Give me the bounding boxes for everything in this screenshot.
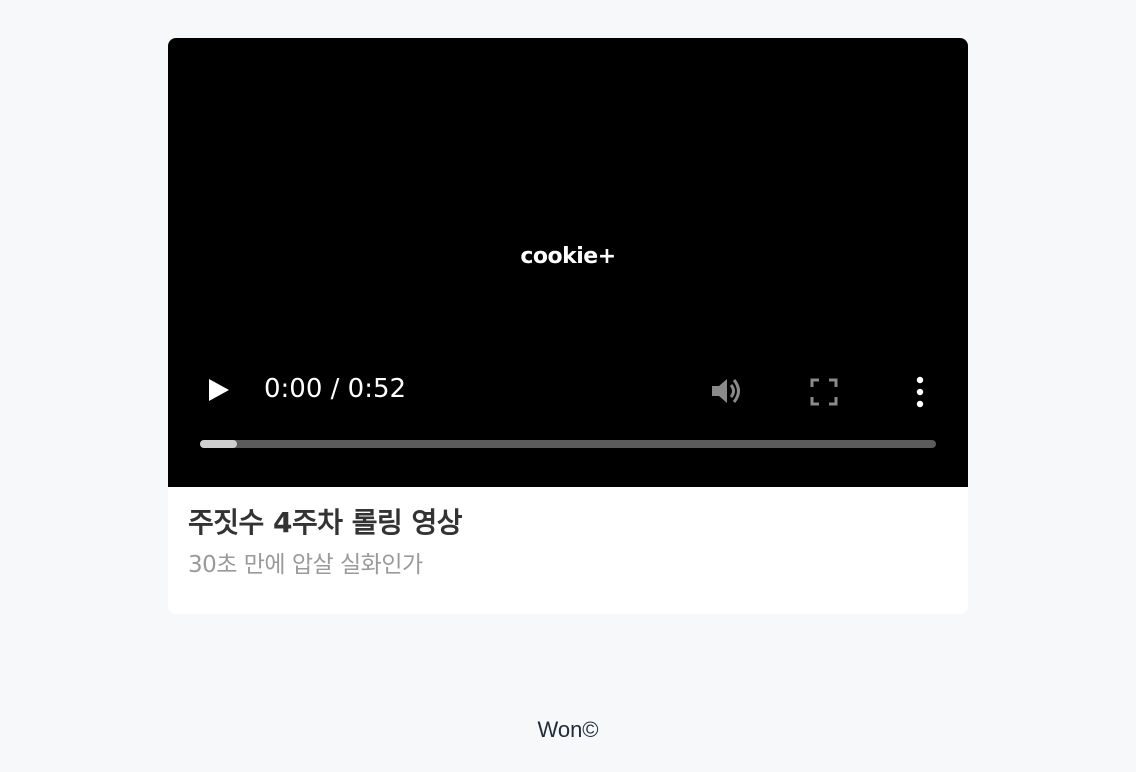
fullscreen-icon: [810, 378, 838, 406]
video-card: cookie+ 0:00 / 0:52 주짓수 4주차 롤링 영상 30초 만에…: [168, 38, 968, 614]
video-title: 주짓수 4주차 롤링 영상: [188, 506, 463, 539]
more-options-button[interactable]: [908, 375, 932, 409]
play-icon: [209, 379, 229, 401]
progress-fill: [200, 440, 237, 448]
progress-bar[interactable]: [200, 440, 936, 448]
volume-button[interactable]: [710, 376, 744, 406]
more-vertical-icon: [916, 376, 924, 408]
video-subtitle: 30초 만에 압살 실화인가: [188, 552, 423, 578]
video-player[interactable]: cookie+ 0:00 / 0:52: [168, 38, 968, 487]
volume-icon: [712, 379, 740, 403]
cookie-plus-logo: cookie+: [520, 244, 616, 269]
fullscreen-button[interactable]: [810, 378, 838, 406]
play-button[interactable]: [204, 376, 232, 404]
time-display: 0:00 / 0:52: [264, 374, 407, 404]
footer-copyright: Won©: [537, 717, 599, 742]
video-info: 주짓수 4주차 롤링 영상 30초 만에 압살 실화인가: [188, 503, 948, 583]
